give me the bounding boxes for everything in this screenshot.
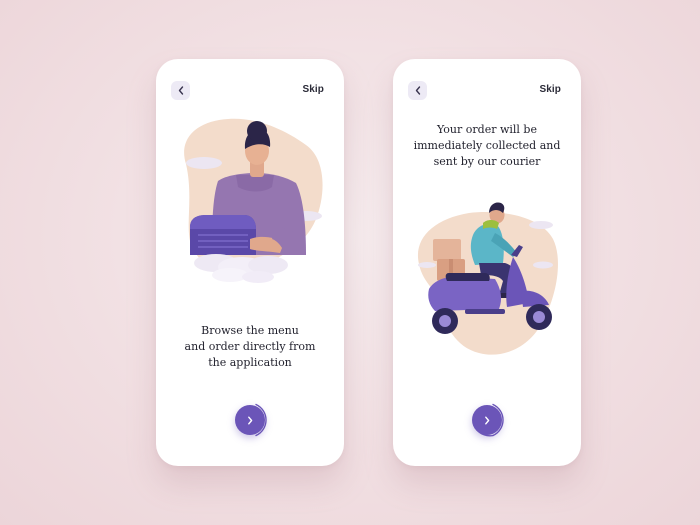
onboarding-screen-browse: Skip Browse the menu and order directly … — [156, 59, 344, 466]
chevron-right-icon — [485, 416, 490, 424]
message-line: the application — [208, 356, 292, 369]
onboarding-screen-courier: Skip Your order will be immediately coll… — [393, 59, 581, 466]
next-button-wrapper — [467, 400, 511, 444]
courier-on-scooter-illustration — [417, 202, 558, 355]
message-line: and order directly from — [184, 340, 316, 353]
message-line: Browse the menu — [201, 324, 299, 337]
person-holding-delivery-box-illustration — [184, 118, 323, 283]
onboarding-message: Browse the menu and order directly from … — [156, 323, 344, 371]
next-button[interactable] — [472, 405, 502, 435]
chevron-right-icon — [248, 416, 253, 424]
next-button[interactable] — [235, 405, 265, 435]
next-button-wrapper — [230, 400, 274, 444]
